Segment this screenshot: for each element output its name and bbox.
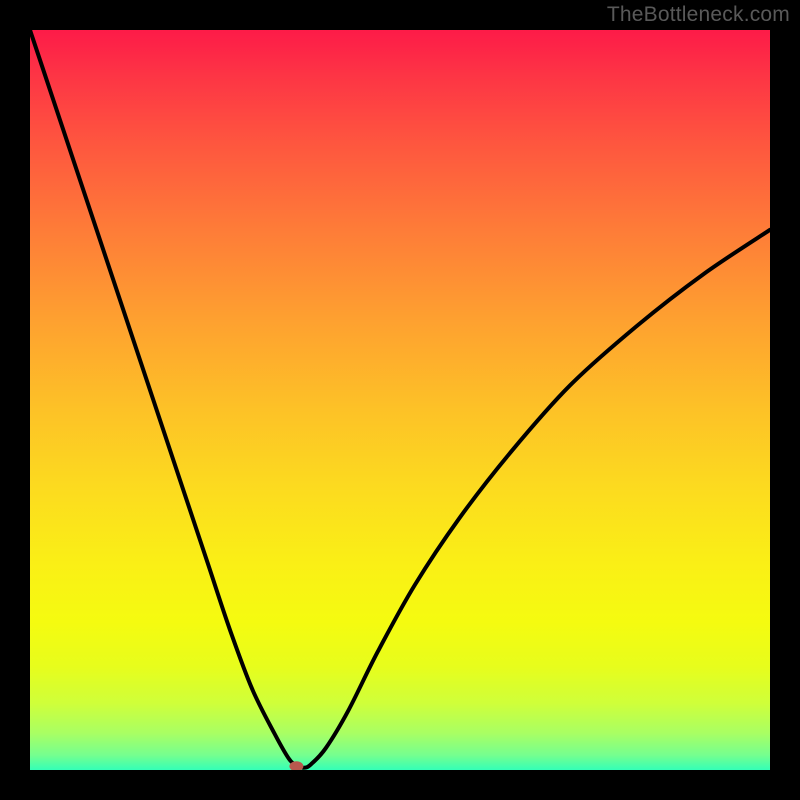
- bottleneck-curve: [30, 30, 770, 768]
- plot-area: [30, 30, 770, 770]
- chart-frame: TheBottleneck.com: [0, 0, 800, 800]
- watermark-text: TheBottleneck.com: [607, 3, 790, 27]
- curve-svg: [30, 30, 770, 770]
